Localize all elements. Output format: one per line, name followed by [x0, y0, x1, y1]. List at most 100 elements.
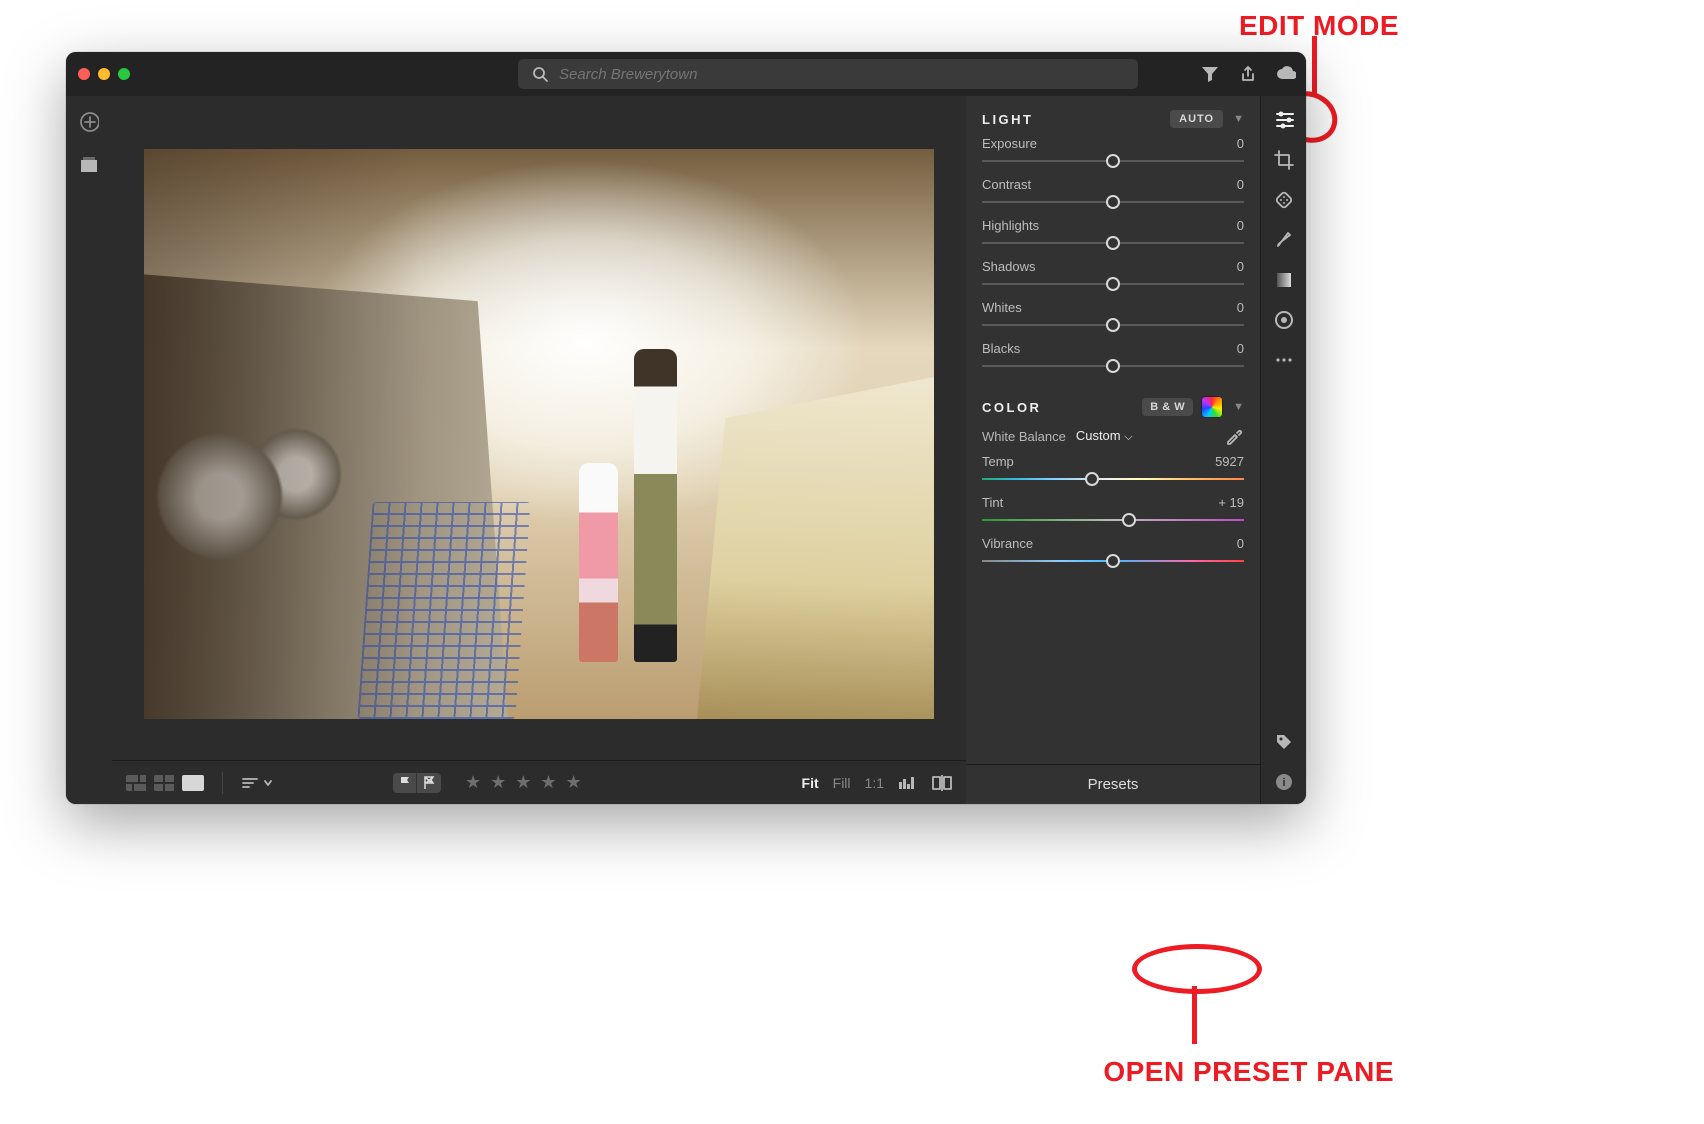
slider-track[interactable]	[982, 358, 1244, 374]
slider-value: 0	[1237, 218, 1244, 233]
slider-highlights[interactable]: Highlights0	[982, 218, 1244, 251]
slider-thumb[interactable]	[1122, 513, 1136, 527]
white-balance-value[interactable]: Custom ⌵	[1076, 428, 1133, 444]
bottom-toolbar: ★ ★ ★ ★ ★ Fit Fill 1:1	[112, 760, 966, 804]
zoom-fit-button[interactable]: Fit	[802, 775, 819, 791]
share-icon[interactable]	[1238, 64, 1258, 84]
edit-sliders-icon[interactable]	[1274, 110, 1294, 130]
title-bar	[66, 52, 1306, 96]
white-balance-row: White Balance Custom ⌵	[982, 426, 1244, 446]
slider-label: Vibrance	[982, 536, 1033, 551]
flag-pick-button[interactable]	[393, 773, 417, 793]
info-icon[interactable]: i	[1274, 772, 1294, 792]
view-photowall-button[interactable]	[126, 775, 148, 791]
slider-contrast[interactable]: Contrast0	[982, 177, 1244, 210]
slider-value: 0	[1237, 259, 1244, 274]
chevron-down-icon[interactable]: ▼	[1233, 401, 1244, 413]
slider-thumb[interactable]	[1106, 195, 1120, 209]
edit-panel: LIGHT AUTO ▼ Exposure0Contrast0Highlight…	[966, 96, 1260, 804]
compare-icon[interactable]	[932, 773, 952, 793]
zoom-1to1-button[interactable]: 1:1	[865, 775, 884, 791]
zoom-window-button[interactable]	[118, 68, 130, 80]
slider-thumb[interactable]	[1106, 554, 1120, 568]
color-mixer-icon[interactable]	[1201, 396, 1223, 418]
canvas-area: ★ ★ ★ ★ ★ Fit Fill 1:1	[112, 96, 966, 804]
slider-track[interactable]	[982, 471, 1244, 487]
svg-text:i: i	[1282, 777, 1285, 789]
more-icon[interactable]	[1274, 350, 1294, 370]
radial-gradient-icon[interactable]	[1274, 310, 1294, 330]
slider-thumb[interactable]	[1085, 472, 1099, 486]
slider-track[interactable]	[982, 553, 1244, 569]
slider-value: 5927	[1215, 454, 1244, 469]
right-toolstrip: i	[1260, 96, 1306, 804]
slider-tint[interactable]: Tint+ 19	[982, 495, 1244, 528]
slider-blacks[interactable]: Blacks0	[982, 341, 1244, 374]
slider-value: 0	[1237, 300, 1244, 315]
add-photos-icon[interactable]	[79, 112, 99, 132]
slider-track[interactable]	[982, 512, 1244, 528]
library-icon[interactable]	[79, 154, 99, 174]
view-grid-button[interactable]	[154, 775, 176, 791]
auto-button[interactable]: AUTO	[1170, 110, 1223, 128]
cloud-icon[interactable]	[1276, 64, 1296, 84]
eyedropper-icon[interactable]	[1224, 426, 1244, 446]
white-balance-label: White Balance	[982, 429, 1066, 444]
photo-region	[358, 502, 531, 719]
light-section-header[interactable]: LIGHT AUTO ▼	[982, 110, 1244, 128]
slider-thumb[interactable]	[1106, 359, 1120, 373]
edit-panel-scroll[interactable]: LIGHT AUTO ▼ Exposure0Contrast0Highlight…	[966, 96, 1260, 764]
minimize-window-button[interactable]	[98, 68, 110, 80]
chevron-down-icon[interactable]: ▼	[1233, 113, 1244, 125]
slider-whites[interactable]: Whites 0	[982, 300, 1244, 333]
linear-gradient-icon[interactable]	[1274, 270, 1294, 290]
bw-button[interactable]: B & W	[1142, 398, 1193, 416]
annotation-open-preset: OPEN PRESET PANE	[1103, 1056, 1394, 1088]
slider-track[interactable]	[982, 276, 1244, 292]
slider-vibrance[interactable]: Vibrance0	[982, 536, 1244, 569]
healing-brush-icon[interactable]	[1274, 190, 1294, 210]
slider-label: Contrast	[982, 177, 1031, 192]
brush-icon[interactable]	[1274, 230, 1294, 250]
flag-reject-button[interactable]	[417, 773, 441, 793]
photo-region	[697, 377, 934, 719]
zoom-fill-button[interactable]: Fill	[833, 775, 851, 791]
zoom-group: Fit Fill 1:1	[802, 773, 952, 793]
view-mode-group	[126, 775, 204, 791]
search-box[interactable]	[518, 59, 1138, 89]
view-single-button[interactable]	[182, 775, 204, 791]
photo-canvas[interactable]	[112, 96, 966, 760]
divider	[222, 772, 223, 794]
tag-icon[interactable]	[1274, 732, 1294, 752]
filter-icon[interactable]	[1200, 64, 1220, 84]
slider-thumb[interactable]	[1106, 277, 1120, 291]
window-controls	[78, 68, 130, 80]
slider-exposure[interactable]: Exposure0	[982, 136, 1244, 169]
slider-track[interactable]	[982, 317, 1244, 333]
search-input[interactable]	[559, 66, 1126, 83]
search-icon	[530, 64, 549, 84]
slider-thumb[interactable]	[1106, 236, 1120, 250]
close-window-button[interactable]	[78, 68, 90, 80]
slider-track[interactable]	[982, 235, 1244, 251]
color-section-header[interactable]: COLOR B & W ▼	[982, 396, 1244, 418]
flag-group	[393, 773, 441, 793]
slider-value: 0	[1237, 341, 1244, 356]
sort-button[interactable]	[241, 776, 273, 790]
slider-track[interactable]	[982, 194, 1244, 210]
top-actions	[1200, 64, 1296, 84]
slider-value: + 19	[1218, 495, 1244, 510]
light-title: LIGHT	[982, 112, 1034, 127]
slider-track[interactable]	[982, 153, 1244, 169]
slider-label: Whites	[982, 300, 1022, 315]
slider-temp[interactable]: Temp5927	[982, 454, 1244, 487]
histogram-icon[interactable]	[898, 773, 918, 793]
slider-label: Shadows	[982, 259, 1035, 274]
slider-thumb[interactable]	[1106, 318, 1120, 332]
presets-button[interactable]: Presets	[966, 764, 1260, 804]
slider-shadows[interactable]: Shadows 0	[982, 259, 1244, 292]
crop-icon[interactable]	[1274, 150, 1294, 170]
rating-stars[interactable]: ★ ★ ★ ★ ★	[465, 772, 584, 793]
annotation-edit-mode: EDIT MODE	[1239, 10, 1399, 42]
slider-thumb[interactable]	[1106, 154, 1120, 168]
